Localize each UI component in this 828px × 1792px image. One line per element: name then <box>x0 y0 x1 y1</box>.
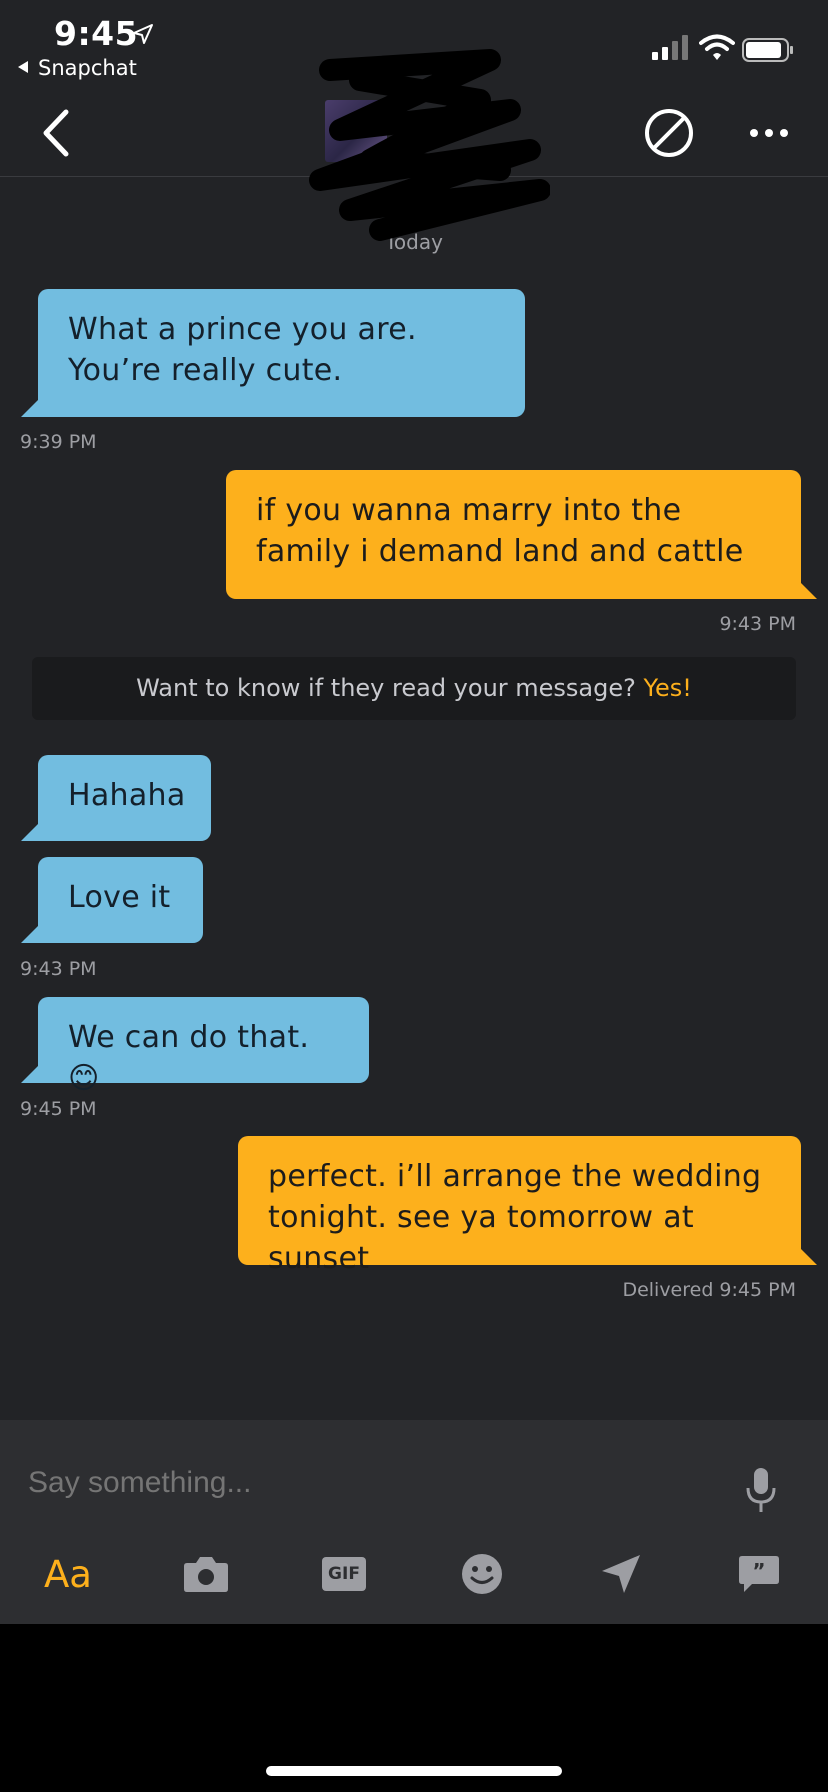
message-timestamp: 9:43 PM <box>20 958 97 980</box>
camera-icon <box>184 1557 228 1592</box>
back-triangle-icon <box>18 61 28 73</box>
battery-icon <box>742 38 793 62</box>
bubble-tail <box>799 1247 817 1265</box>
read-banner-text: Want to know if they read your message? <box>136 674 636 702</box>
microphone-icon[interactable] <box>744 1466 778 1514</box>
emoji-button[interactable] <box>457 1550 507 1598</box>
incoming-message[interactable]: We can do that. 😊 <box>38 997 369 1096</box>
bubble-tail <box>21 1065 39 1083</box>
message-text: if you wanna marry into the family i dem… <box>256 493 744 569</box>
bubble-tail <box>799 581 817 599</box>
location-arrow-icon <box>602 1555 640 1593</box>
message-text: What a prince you are. You’re really cut… <box>68 312 417 388</box>
message-input[interactable] <box>28 1466 728 1500</box>
bubble-tail <box>21 925 39 943</box>
home-indicator[interactable] <box>266 1766 562 1776</box>
cellular-signal-icon <box>652 35 688 60</box>
incoming-message[interactable]: Hahaha <box>38 755 211 841</box>
message-timestamp: 9:45 PM <box>20 1098 97 1120</box>
back-app-label: Snapchat <box>38 56 137 80</box>
composer-bar <box>0 1420 828 1624</box>
bubble-tail <box>21 823 39 841</box>
read-receipt-banner: Want to know if they read your message? … <box>32 657 796 720</box>
message-text: perfect. i’ll arrange the wedding tonigh… <box>268 1159 762 1276</box>
status-time: 9:45 <box>54 14 139 53</box>
redaction-scribble <box>309 49 550 241</box>
gif-icon: GIF <box>322 1557 366 1591</box>
svg-text:”: ” <box>752 1559 765 1583</box>
gif-label: GIF <box>328 1564 360 1584</box>
text-format-button[interactable]: Aa <box>43 1550 93 1598</box>
saved-phrases-button[interactable]: ” <box>734 1550 784 1598</box>
back-chevron-icon[interactable] <box>38 108 74 158</box>
read-banner-yes-link[interactable]: Yes! <box>644 674 692 702</box>
wifi-icon <box>699 34 735 60</box>
back-to-app-link[interactable]: Snapchat <box>18 56 137 80</box>
block-icon[interactable] <box>643 107 695 159</box>
gif-button[interactable]: GIF <box>319 1550 369 1598</box>
outgoing-message[interactable]: perfect. i’ll arrange the wedding tonigh… <box>238 1136 801 1276</box>
incoming-message[interactable]: What a prince you are. You’re really cut… <box>38 289 525 417</box>
more-options-icon[interactable] <box>748 126 790 140</box>
message-text: Hahaha <box>68 778 186 813</box>
outgoing-message[interactable]: if you wanna marry into the family i dem… <box>226 470 801 599</box>
message-text: We can do that. 😊 <box>68 1020 310 1096</box>
incoming-message[interactable]: Love it <box>38 857 203 943</box>
message-timestamp: 9:43 PM <box>719 613 796 635</box>
camera-button[interactable] <box>181 1550 231 1598</box>
location-arrow-icon <box>133 24 153 44</box>
message-timestamp: 9:39 PM <box>20 431 97 453</box>
chat-screen: 9:45 Snapchat M Today What a prince you … <box>0 0 828 1624</box>
message-text: Love it <box>68 880 171 915</box>
smiley-icon <box>462 1554 502 1594</box>
quote-bubble-icon: ” <box>739 1556 779 1592</box>
send-location-button[interactable] <box>596 1550 646 1598</box>
delivered-status: Delivered 9:45 PM <box>622 1279 796 1301</box>
bubble-tail <box>21 399 39 417</box>
